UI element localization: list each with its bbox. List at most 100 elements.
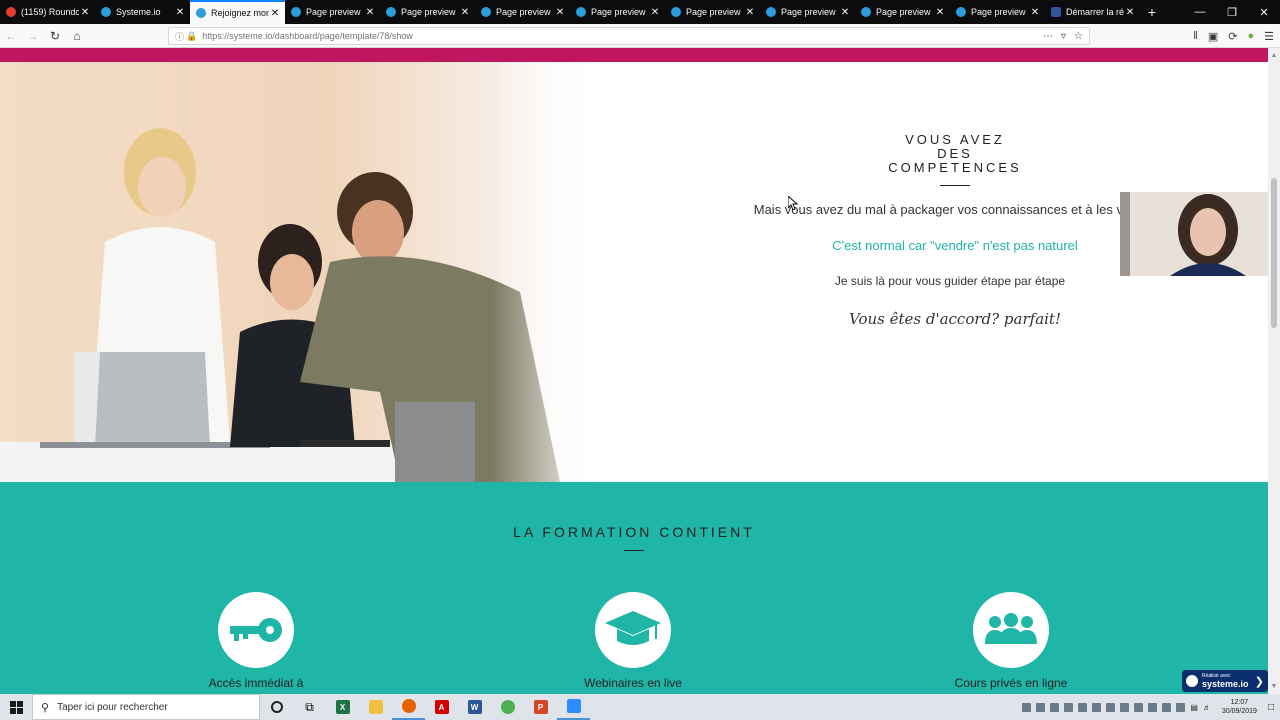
tray-icon[interactable] (1078, 702, 1088, 712)
notifications-icon[interactable]: □ (1268, 702, 1274, 713)
tab-label: Rejoignez mon (211, 8, 269, 18)
systeme-badge[interactable]: Réalisé avec systeme.io ❯ (1182, 670, 1268, 692)
library-icon[interactable]: ‖ (1193, 30, 1198, 42)
home-icon[interactable]: ⌂ (66, 25, 88, 47)
tray-icon[interactable] (1148, 702, 1158, 712)
close-tab-icon[interactable]: ✕ (459, 7, 471, 18)
lock-icon: 🔒 (186, 30, 198, 41)
file-explorer-icon[interactable] (359, 694, 392, 720)
close-tab-icon[interactable]: ✕ (1029, 7, 1041, 18)
acrobat-icon[interactable]: A (425, 694, 458, 720)
tray-icon[interactable] (1176, 702, 1186, 712)
task-view-icon[interactable]: ⧉ (293, 694, 326, 720)
extension-icon[interactable]: ● (1247, 30, 1254, 42)
tray-icon[interactable] (1036, 702, 1046, 712)
forward-icon[interactable]: → (22, 25, 44, 47)
close-tab-icon[interactable]: ✕ (364, 7, 376, 18)
chrome-icon[interactable] (491, 694, 524, 720)
feature-label: Webinaires en live (584, 676, 682, 690)
tab-label: Page preview (781, 7, 836, 17)
powerpoint-icon[interactable]: P (524, 694, 557, 720)
back-icon[interactable]: ← (0, 25, 22, 47)
taskbar-search[interactable]: ⚲ Taper ici pour rechercher (32, 694, 260, 720)
guide-text: Je suis là pour vous guider étape par ét… (834, 274, 1066, 288)
feature-label: Cours privés en ligne (954, 676, 1068, 690)
close-tab-icon[interactable]: ✕ (269, 8, 281, 19)
browser-tab[interactable]: Page preview ✕ (570, 0, 665, 24)
tray-icon[interactable] (1064, 702, 1074, 712)
info-icon[interactable]: ⓘ (175, 30, 184, 43)
close-tab-icon[interactable]: ✕ (1124, 7, 1136, 18)
tray-icon[interactable] (1022, 702, 1032, 712)
close-tab-icon[interactable]: ✕ (554, 7, 566, 18)
windows-start-icon[interactable] (0, 694, 32, 720)
volume-icon[interactable]: ♬ (1203, 703, 1211, 712)
page-actions-icon[interactable]: ⋯ (1043, 31, 1053, 42)
network-icon[interactable]: ▤ (1190, 703, 1198, 712)
sidebar-icon[interactable]: ▣ (1208, 30, 1218, 43)
feature-access: Accès immédiat à (156, 592, 356, 690)
web-page: VOUS AVEZ DES COMPETENCES Mais vous avez… (0, 48, 1268, 694)
script-text: Vous êtes d'accord? parfait! (848, 310, 1061, 328)
word-icon[interactable]: W (458, 694, 491, 720)
browser-tab[interactable]: Démarrer la réu ✕ (1045, 0, 1140, 24)
browser-tab[interactable]: Page preview ✕ (475, 0, 570, 24)
scroll-thumb[interactable] (1271, 178, 1277, 328)
pocket-icon[interactable]: ▿ (1061, 31, 1066, 42)
tray-icon[interactable] (1050, 702, 1060, 712)
formation-section: LA FORMATION CONTIENT Accès immédiat à W… (0, 482, 1268, 694)
search-placeholder: Taper ici pour rechercher (57, 701, 168, 713)
window-controls: — ❐ ✕ (1184, 0, 1280, 24)
users-group-icon (973, 592, 1049, 668)
favicon-icon (291, 7, 301, 17)
browser-tab[interactable]: Page preview ✕ (665, 0, 760, 24)
zoom-icon[interactable] (557, 694, 590, 720)
browser-tab[interactable]: Rejoignez mon ✕ (190, 0, 285, 24)
browser-tab[interactable]: Page preview ✕ (380, 0, 475, 24)
heading-divider (940, 185, 970, 186)
tray-icon[interactable] (1092, 702, 1102, 712)
favicon-icon (196, 8, 206, 18)
browser-tab[interactable]: Page preview ✕ (285, 0, 380, 24)
taskbar-clock[interactable]: 12:07 30/09/2019 (1222, 698, 1257, 716)
close-tab-icon[interactable]: ✕ (839, 7, 851, 18)
page-scrollbar[interactable]: ▲ ▼ (1268, 48, 1280, 694)
close-tab-icon[interactable]: ✕ (934, 7, 946, 18)
minimize-icon[interactable]: — (1184, 0, 1216, 24)
browser-tab[interactable]: Page preview ✕ (855, 0, 950, 24)
heading-line-2: DES (937, 146, 973, 161)
browser-tab[interactable]: Page preview ✕ (760, 0, 855, 24)
url-text[interactable]: https://systeme.io/dashboard/page/templa… (202, 31, 1043, 41)
tray-icon[interactable] (1120, 702, 1130, 712)
close-tab-icon[interactable]: ✕ (79, 7, 91, 18)
close-tab-icon[interactable]: ✕ (744, 7, 756, 18)
excel-icon[interactable]: X (326, 694, 359, 720)
badge-big-text: systeme.io (1202, 679, 1249, 689)
browser-tab[interactable]: Systeme.io ✕ (95, 0, 190, 24)
close-tab-icon[interactable]: ✕ (649, 7, 661, 18)
highlight-text: C'est normal car "vendre" n'est pas natu… (832, 238, 1078, 253)
browser-tab[interactable]: (1159) Roundcube✕ (0, 0, 95, 24)
graduation-cap-icon (595, 592, 671, 668)
scroll-up-icon[interactable]: ▲ (1268, 52, 1280, 59)
tray-icon[interactable] (1134, 702, 1144, 712)
sync-icon[interactable]: ⟳ (1228, 30, 1237, 43)
favicon-icon (766, 7, 776, 17)
tab-label: Page preview (591, 7, 646, 17)
new-tab-button[interactable]: + (1140, 0, 1164, 24)
browser-tab[interactable]: Page preview ✕ (950, 0, 1045, 24)
url-bar[interactable]: ⓘ 🔒 https://systeme.io/dashboard/page/te… (168, 27, 1090, 45)
menu-icon[interactable]: ☰ (1264, 30, 1274, 43)
restore-icon[interactable]: ❐ (1216, 0, 1248, 24)
tab-label: Page preview (496, 7, 551, 17)
close-tab-icon[interactable]: ✕ (174, 7, 186, 18)
header-accent-bar (0, 48, 1268, 62)
tray-icon[interactable] (1162, 702, 1172, 712)
firefox-icon[interactable] (392, 694, 425, 720)
close-window-icon[interactable]: ✕ (1248, 0, 1280, 24)
cortana-icon[interactable] (260, 694, 293, 720)
reload-icon[interactable]: ↻ (44, 25, 66, 47)
tray-icon[interactable] (1106, 702, 1116, 712)
bookmark-star-icon[interactable]: ☆ (1074, 31, 1083, 42)
scroll-down-icon[interactable]: ▼ (1268, 683, 1280, 690)
